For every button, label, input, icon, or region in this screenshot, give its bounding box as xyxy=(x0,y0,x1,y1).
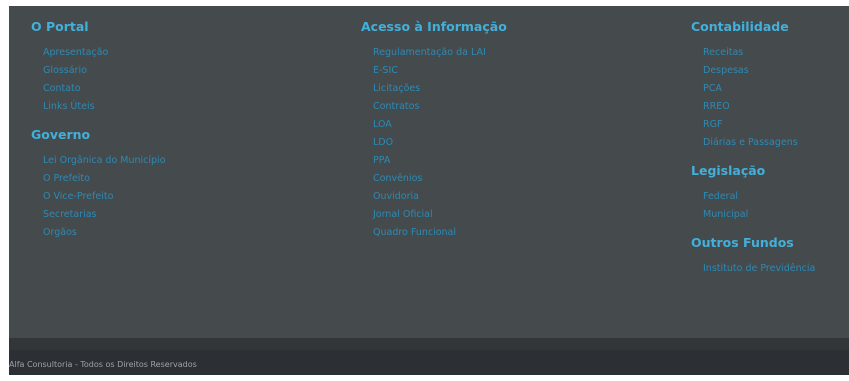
link-o-prefeito[interactable]: O Prefeito xyxy=(43,170,166,188)
copyright-text: Alfa Consultoria - Todos os Direitos Res… xyxy=(9,360,197,369)
heading-governo: Governo xyxy=(31,127,91,142)
link-links-uteis[interactable]: Links Úteis xyxy=(43,98,166,116)
link-contratos[interactable]: Contratos xyxy=(373,98,507,116)
link-list-governo: Lei Orgânica do Município O Prefeito O V… xyxy=(31,152,166,242)
link-rreo[interactable]: RREO xyxy=(703,98,815,116)
footer-column-portal: O Portal Apresentação Glossário Contato … xyxy=(31,19,166,242)
link-list-outros-fundos: Instituto de Previdência xyxy=(691,260,815,278)
link-rgf[interactable]: RGF xyxy=(703,116,815,134)
link-list-o-portal: Apresentação Glossário Contato Links Úte… xyxy=(31,44,166,116)
link-ldo[interactable]: LDO xyxy=(373,134,507,152)
link-jornal-oficial[interactable]: Jornal Oficial xyxy=(373,206,507,224)
link-orgaos[interactable]: Orgãos xyxy=(43,224,166,242)
link-licitacoes[interactable]: Licitações xyxy=(373,80,507,98)
link-ouvidoria[interactable]: Ouvidoria xyxy=(373,188,507,206)
link-convenios[interactable]: Convênios xyxy=(373,170,507,188)
link-loa[interactable]: LOA xyxy=(373,116,507,134)
link-list-acesso-informacao: Regulamentação da LAI E-SIC Licitações C… xyxy=(361,44,507,242)
heading-outros-fundos: Outros Fundos xyxy=(691,235,794,250)
link-diarias-passagens[interactable]: Diárias e Passagens xyxy=(703,134,815,152)
link-list-contabilidade: Receitas Despesas PCA RREO RGF Diárias e… xyxy=(691,44,815,152)
link-pca[interactable]: PCA xyxy=(703,80,815,98)
link-regulamentacao-lai[interactable]: Regulamentação da LAI xyxy=(373,44,507,62)
heading-o-portal: O Portal xyxy=(31,19,89,34)
link-despesas[interactable]: Despesas xyxy=(703,62,815,80)
footer-column-contabilidade: Contabilidade Receitas Despesas PCA RREO… xyxy=(691,19,815,278)
heading-legislacao: Legislação xyxy=(691,163,766,178)
link-glossario[interactable]: Glossário xyxy=(43,62,166,80)
bottom-bar-divider xyxy=(9,338,849,350)
link-municipal[interactable]: Municipal xyxy=(703,206,815,224)
link-list-legislacao: Federal Municipal xyxy=(691,188,815,224)
link-apresentacao[interactable]: Apresentação xyxy=(43,44,166,62)
site-footer: O Portal Apresentação Glossário Contato … xyxy=(9,6,849,375)
link-e-sic[interactable]: E-SIC xyxy=(373,62,507,80)
link-contato[interactable]: Contato xyxy=(43,80,166,98)
copyright-bar: Alfa Consultoria - Todos os Direitos Res… xyxy=(9,338,849,375)
link-o-vice-prefeito[interactable]: O Vice-Prefeito xyxy=(43,188,166,206)
footer-column-acesso-informacao: Acesso à Informação Regulamentação da LA… xyxy=(361,19,507,242)
link-instituto-previdencia[interactable]: Instituto de Previdência xyxy=(703,260,815,278)
link-federal[interactable]: Federal xyxy=(703,188,815,206)
link-secretarias[interactable]: Secretarias xyxy=(43,206,166,224)
heading-acesso-informacao: Acesso à Informação xyxy=(361,19,507,34)
link-receitas[interactable]: Receitas xyxy=(703,44,815,62)
link-lei-organica[interactable]: Lei Orgânica do Município xyxy=(43,152,166,170)
link-ppa[interactable]: PPA xyxy=(373,152,507,170)
heading-contabilidade: Contabilidade xyxy=(691,19,789,34)
link-quadro-funcional[interactable]: Quadro Funcional xyxy=(373,224,507,242)
